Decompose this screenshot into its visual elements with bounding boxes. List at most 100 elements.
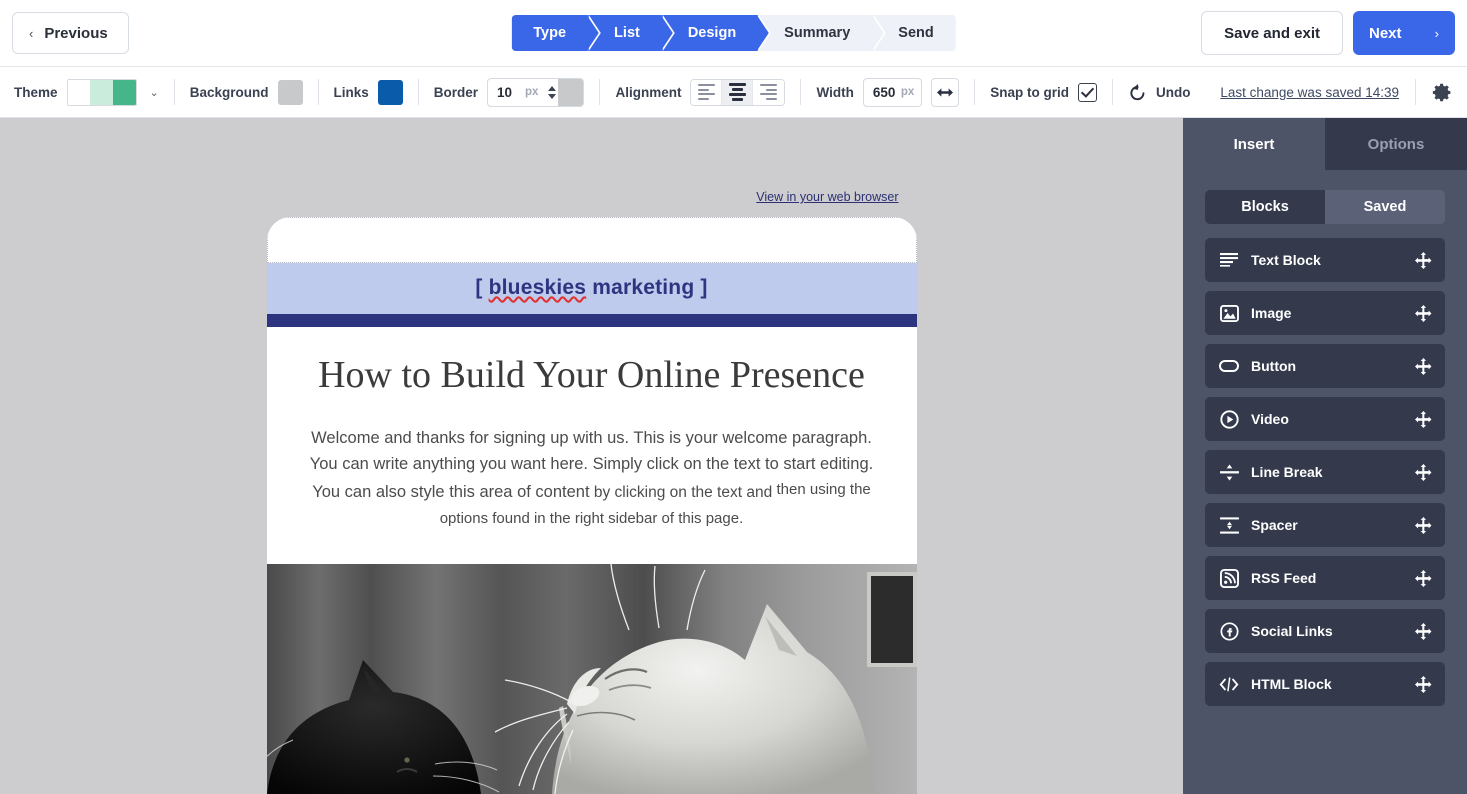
blocks-saved-toggle: Blocks Saved — [1205, 190, 1445, 224]
brand-word: blueskies — [489, 276, 587, 299]
alignment-control: Alignment — [615, 79, 785, 106]
theme-swatch[interactable] — [67, 79, 137, 106]
last-saved-status[interactable]: Last change was saved 14:39 — [1220, 85, 1399, 100]
block-item-line-break[interactable]: Line Break — [1205, 450, 1445, 494]
step-summary-label: Summary — [784, 25, 850, 41]
drag-handle-icon[interactable] — [1414, 251, 1432, 269]
block-label: Image — [1251, 305, 1414, 321]
drag-handle-icon[interactable] — [1414, 410, 1432, 428]
email-block-divider[interactable] — [267, 314, 917, 327]
email-block-image[interactable] — [267, 564, 917, 794]
tab-options-label: Options — [1368, 136, 1425, 153]
settings-button[interactable] — [1432, 82, 1453, 103]
brand-title: [ blueskies marketing ] — [475, 276, 707, 299]
theme-control: Theme ⌄ — [14, 79, 159, 106]
drag-handle-icon[interactable] — [1414, 463, 1432, 481]
sidebar-tabs: Insert Options — [1183, 118, 1467, 170]
right-sidebar: Insert Options Blocks Saved — [1183, 118, 1467, 794]
segment-blocks[interactable]: Blocks — [1205, 190, 1325, 224]
segment-saved-label: Saved — [1364, 199, 1407, 215]
drag-handle-icon[interactable] — [1414, 357, 1432, 375]
block-item-video[interactable]: Video — [1205, 397, 1445, 441]
stepper-down-icon[interactable] — [548, 94, 556, 99]
border-unit: px — [525, 86, 545, 98]
save-and-exit-button[interactable]: Save and exit — [1201, 11, 1343, 55]
top-bar-actions: Save and exit Next › — [1201, 11, 1455, 55]
step-design-label: Design — [688, 25, 736, 41]
fit-width-button[interactable] — [931, 78, 959, 107]
segment-saved[interactable]: Saved — [1325, 190, 1445, 224]
align-center-button[interactable] — [722, 80, 753, 105]
previous-button[interactable]: ‹ Previous — [12, 12, 129, 54]
block-item-html-block[interactable]: HTML Block — [1205, 662, 1445, 706]
block-label: Video — [1251, 411, 1414, 427]
previous-button-label: Previous — [44, 25, 107, 42]
snap-to-grid-control: Snap to grid — [990, 83, 1097, 102]
chevron-left-icon: ‹ — [29, 26, 33, 41]
email-paragraph: Welcome and thanks for signing up with u… — [309, 425, 875, 534]
email-canvas[interactable]: View in your web browser [ blueskies mar… — [0, 118, 1183, 794]
spacer-icon — [1219, 515, 1239, 535]
play-circle-icon — [1219, 409, 1239, 429]
links-label: Links — [334, 85, 369, 100]
border-width-field[interactable]: px — [487, 78, 584, 107]
drag-handle-icon[interactable] — [1414, 675, 1432, 693]
block-item-button[interactable]: Button — [1205, 344, 1445, 388]
tab-options[interactable]: Options — [1325, 118, 1467, 170]
block-item-text-block[interactable]: Text Block — [1205, 238, 1445, 282]
block-item-social-links[interactable]: Social Links — [1205, 609, 1445, 653]
stepper-up-icon[interactable] — [548, 86, 556, 91]
undo-label: Undo — [1156, 85, 1191, 100]
step-list-label: List — [614, 25, 640, 41]
block-label: Spacer — [1251, 517, 1414, 533]
snap-to-grid-label: Snap to grid — [990, 85, 1069, 100]
snap-to-grid-checkbox[interactable] — [1078, 83, 1097, 102]
background-label: Background — [190, 85, 269, 100]
double-arrow-icon — [937, 87, 953, 98]
align-left-button[interactable] — [691, 80, 722, 105]
gear-icon — [1432, 82, 1453, 103]
block-item-image[interactable]: Image — [1205, 291, 1445, 335]
email-heading: How to Build Your Online Presence — [309, 353, 875, 398]
view-browser-row: View in your web browser — [267, 118, 917, 206]
drag-handle-icon[interactable] — [1414, 622, 1432, 640]
undo-button[interactable]: Undo — [1128, 83, 1191, 102]
rss-icon — [1219, 568, 1239, 588]
block-label: Line Break — [1251, 464, 1414, 480]
align-right-button[interactable] — [753, 80, 784, 105]
email-block-spacer[interactable] — [267, 217, 917, 263]
email-block-text[interactable]: How to Build Your Online Presence Welcom… — [267, 327, 917, 564]
links-color-swatch[interactable] — [378, 80, 403, 105]
drag-handle-icon[interactable] — [1414, 304, 1432, 322]
divider — [800, 79, 801, 105]
step-design[interactable]: Design — [662, 15, 758, 51]
chevron-down-icon[interactable]: ⌄ — [150, 86, 159, 99]
background-color-swatch[interactable] — [278, 80, 303, 105]
top-bar: ‹ Previous Type List Design Summary Send… — [0, 0, 1467, 67]
step-summary[interactable]: Summary — [758, 15, 872, 51]
theme-label: Theme — [14, 85, 58, 100]
border-width-input[interactable] — [488, 85, 525, 100]
width-label: Width — [816, 85, 853, 100]
next-button[interactable]: Next › — [1353, 11, 1455, 55]
block-label: Social Links — [1251, 623, 1414, 639]
block-item-spacer[interactable]: Spacer — [1205, 503, 1445, 547]
block-label: HTML Block — [1251, 676, 1414, 692]
block-item-rss-feed[interactable]: RSS Feed — [1205, 556, 1445, 600]
drag-handle-icon[interactable] — [1414, 516, 1432, 534]
design-toolbar: Theme ⌄ Background Links Border px Align… — [0, 67, 1467, 118]
blocks-list: Text Block Image — [1205, 238, 1445, 706]
view-in-browser-link[interactable]: View in your web browser — [756, 190, 898, 204]
line-break-icon — [1219, 462, 1239, 482]
width-field[interactable]: px — [863, 78, 922, 107]
width-control: Width px — [816, 78, 959, 107]
email-block-brand[interactable]: [ blueskies marketing ] — [267, 263, 917, 314]
button-pill-icon — [1219, 356, 1239, 376]
tab-insert[interactable]: Insert — [1183, 118, 1325, 170]
width-input[interactable] — [864, 85, 901, 100]
step-type[interactable]: Type — [511, 15, 588, 51]
border-color-swatch[interactable] — [558, 79, 583, 106]
border-stepper[interactable] — [545, 79, 558, 106]
drag-handle-icon[interactable] — [1414, 569, 1432, 587]
divider — [1112, 79, 1113, 105]
